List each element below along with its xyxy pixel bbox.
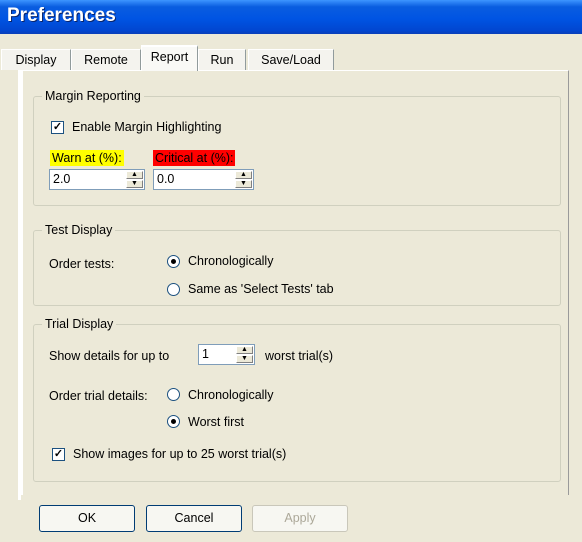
title-bar[interactable]: Preferences (0, 0, 582, 34)
apply-button[interactable]: Apply (252, 505, 348, 532)
order-details-worst-first-radio[interactable] (167, 415, 180, 428)
tab-row: Display Remote Report Run Save/Load (0, 45, 582, 71)
radio-selected-dot (171, 259, 176, 264)
margin-reporting-group: Margin Reporting ✓ Enable Margin Highlig… (33, 89, 561, 206)
critical-at-spin-buttons: ▲ ▼ (235, 171, 252, 188)
critical-at-label: Critical at (%): (153, 150, 236, 166)
order-tests-chronologically-radio[interactable] (167, 255, 180, 268)
warn-at-spin-buttons: ▲ ▼ (126, 171, 143, 188)
tab-run[interactable]: Run (198, 49, 246, 70)
margin-reporting-legend: Margin Reporting (42, 89, 144, 103)
show-images-label: Show images for up to 25 worst trial(s) (73, 447, 287, 461)
tab-display[interactable]: Display (1, 49, 71, 70)
spin-down-icon[interactable]: ▼ (235, 180, 252, 188)
trial-display-legend: Trial Display (42, 317, 117, 331)
window-title: Preferences (7, 5, 116, 26)
order-tests-chronologically-label: Chronologically (188, 254, 274, 268)
tab-report-label: Report (150, 50, 189, 64)
spin-up-icon[interactable]: ▲ (126, 171, 143, 179)
order-tests-select-tests-radio[interactable] (167, 283, 180, 296)
tab-remote[interactable]: Remote (71, 49, 141, 70)
test-display-group: Test Display Order tests: Chronologicall… (33, 223, 561, 306)
critical-at-value: 0.0 (157, 172, 175, 186)
radio-selected-dot (171, 419, 176, 424)
critical-at-spinner[interactable]: 0.0 ▲ ▼ (153, 169, 254, 190)
cancel-button[interactable]: Cancel (146, 505, 242, 532)
order-details-chronologically-label: Chronologically (188, 388, 274, 402)
tab-save-load[interactable]: Save/Load (248, 49, 334, 70)
spin-up-icon[interactable]: ▲ (236, 346, 253, 354)
enable-margin-highlighting-checkbox[interactable]: ✓ (51, 121, 64, 134)
ok-button[interactable]: OK (39, 505, 135, 532)
order-tests-select-tests-label: Same as 'Select Tests' tab (188, 282, 334, 296)
order-details-worst-first-label: Worst first (188, 415, 245, 429)
order-trial-details-label: Order trial details: (49, 389, 148, 403)
show-details-label: Show details for up to (49, 349, 170, 363)
show-details-value: 1 (202, 347, 209, 361)
show-details-spin-buttons: ▲ ▼ (236, 346, 253, 363)
trial-display-group: Trial Display Show details for up to 1 ▲… (33, 317, 561, 482)
spin-down-icon[interactable]: ▼ (236, 355, 253, 363)
enable-margin-highlighting-label: Enable Margin Highlighting (72, 120, 222, 134)
report-tab-panel: Margin Reporting ✓ Enable Margin Highlig… (21, 70, 569, 495)
show-images-checkbox[interactable]: ✓ (52, 448, 65, 461)
tab-report[interactable]: Report (141, 45, 198, 71)
tab-run-label: Run (210, 53, 234, 67)
worst-trials-label: worst trial(s) (265, 349, 334, 363)
spin-down-icon[interactable]: ▼ (126, 180, 143, 188)
test-display-legend: Test Display (42, 223, 116, 237)
warn-at-value: 2.0 (53, 172, 71, 186)
order-details-chronologically-radio[interactable] (167, 388, 180, 401)
order-tests-label: Order tests: (49, 257, 115, 271)
show-details-spinner[interactable]: 1 ▲ ▼ (198, 344, 255, 365)
preferences-window: Preferences Display Remote Report Run Sa… (0, 0, 582, 542)
tab-save-load-label: Save/Load (261, 53, 321, 67)
spin-up-icon[interactable]: ▲ (235, 171, 252, 179)
tab-display-label: Display (15, 53, 57, 67)
warn-at-label: Warn at (%): (50, 150, 124, 166)
tab-remote-label: Remote (84, 53, 128, 67)
warn-at-spinner[interactable]: 2.0 ▲ ▼ (49, 169, 145, 190)
